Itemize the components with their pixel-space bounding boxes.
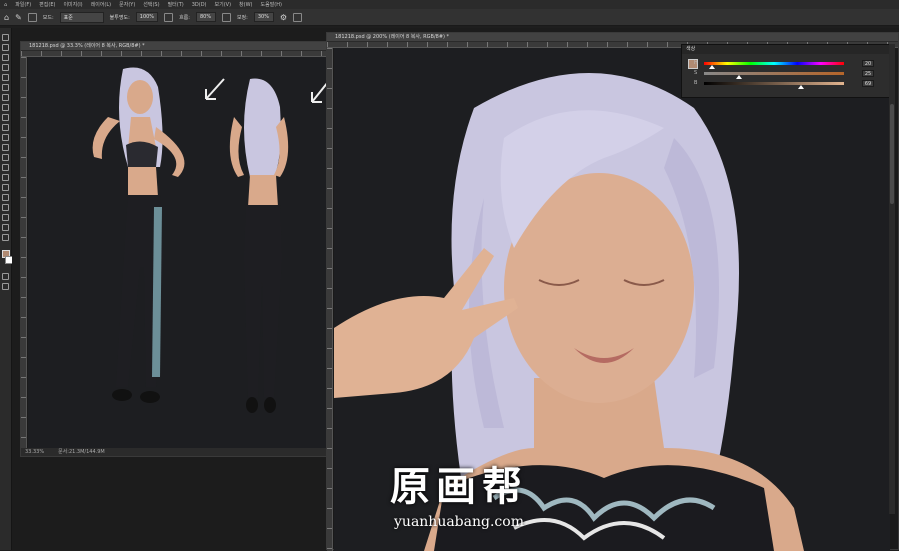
figure-front <box>92 67 185 403</box>
figure-back <box>229 78 289 413</box>
document-tab-right[interactable]: 181218.psd @ 200% (레이어 8 복사, RGB/8#) * <box>327 33 898 42</box>
mode-label: 모드: <box>42 14 54 21</box>
history-brush-tool-icon[interactable] <box>2 134 9 141</box>
document-tab-left[interactable]: 181218.psd @ 33.3% (레이어 8 복사, RGB/8#) * <box>21 42 327 51</box>
slider-label: H <box>694 60 698 66</box>
smoothing-field[interactable]: 30% <box>253 12 274 22</box>
slider-label: B <box>694 80 698 86</box>
menu-bar: ⌂ 파일(F) 편집(E) 이미지(I) 레이어(L) 문자(Y) 선택(S) 필터(T) 3… <box>0 0 899 9</box>
menu-item[interactable]: 이미지(I) <box>63 1 82 8</box>
pressure-opacity-icon[interactable] <box>164 12 174 22</box>
tools-panel <box>0 28 13 550</box>
mode-select[interactable]: 표준 <box>59 11 104 23</box>
arrow-annotation-1 <box>205 78 225 100</box>
slider-value-field[interactable]: 20 <box>862 60 874 67</box>
menu-item[interactable]: 선택(S) <box>143 1 159 8</box>
watermark-title: 原画帮 <box>390 463 528 510</box>
path-select-tool-icon[interactable] <box>2 204 9 211</box>
move-tool-icon[interactable] <box>2 34 9 41</box>
status-bar-left: 33.33% 문서:21.3M/144.9M <box>21 448 327 456</box>
eraser-tool-icon[interactable] <box>2 144 9 151</box>
slider-knob[interactable] <box>797 85 804 89</box>
gradient-tool-icon[interactable] <box>2 154 9 161</box>
document-size-readout: 문서:21.3M/144.9M <box>58 449 105 455</box>
canvas-left[interactable] <box>28 57 327 450</box>
shape-tool-icon[interactable] <box>2 214 9 221</box>
slider-value-field[interactable]: 25 <box>862 70 874 77</box>
brush-tool-icon[interactable]: ✎ <box>15 13 22 22</box>
hand-tool-icon[interactable] <box>2 224 9 231</box>
dodge-tool-icon[interactable] <box>2 174 9 181</box>
menu-item[interactable]: 3D(D) <box>192 2 207 8</box>
settings-gear-icon[interactable]: ⚙ <box>280 13 287 22</box>
brush-preset-icon[interactable] <box>27 12 37 22</box>
scrollbar-thumb[interactable] <box>890 104 894 204</box>
arrow-annotation-2 <box>311 81 327 103</box>
slider-knob[interactable] <box>736 75 742 79</box>
artwork-full-body <box>92 67 327 413</box>
blur-tool-icon[interactable] <box>2 164 9 171</box>
zoom-readout[interactable]: 33.33% <box>25 448 44 456</box>
menu-item[interactable]: 보기(V) <box>215 1 232 8</box>
marquee-tool-icon[interactable] <box>2 44 9 51</box>
watermark: 原画帮 yuanhuabang.com <box>364 454 554 530</box>
color-panel-title: 색상 <box>682 45 890 54</box>
home-button-icon[interactable]: ⌂ <box>4 13 9 22</box>
menu-item[interactable]: 레이어(L) <box>91 1 112 8</box>
vertical-scrollbar[interactable] <box>889 44 895 514</box>
menu-item[interactable]: 필터(T) <box>168 1 184 8</box>
screen-mode-icon[interactable] <box>2 283 9 290</box>
menu-item[interactable]: 문자(Y) <box>119 1 135 8</box>
color-slider[interactable] <box>704 82 844 89</box>
brush-tool-icon[interactable] <box>2 114 9 121</box>
flow-field[interactable]: 80% <box>195 12 216 22</box>
opacity-field[interactable]: 100% <box>135 12 159 22</box>
opacity-label: 불투명도: <box>109 14 130 21</box>
frame-tool-icon[interactable] <box>2 84 9 91</box>
watermark-url: yuanhuabang.com <box>394 514 524 530</box>
quick-mask-icon[interactable] <box>2 273 9 280</box>
healing-tool-icon[interactable] <box>2 104 9 111</box>
document-window-left[interactable]: 181218.psd @ 33.3% (레이어 8 복사, RGB/8#) * <box>20 41 328 457</box>
menu-item[interactable]: 편집(E) <box>39 1 55 8</box>
lasso-tool-icon[interactable] <box>2 54 9 61</box>
slider-label: S <box>694 70 698 76</box>
color-slider[interactable] <box>704 62 844 69</box>
color-slider[interactable] <box>704 72 844 79</box>
type-tool-icon[interactable] <box>2 194 9 201</box>
color-panel: 색상 H 20 S 25 B 69 <box>681 44 891 98</box>
airbrush-icon[interactable] <box>221 12 231 22</box>
smoothing-label: 보정: <box>236 14 248 21</box>
home-icon[interactable]: ⌂ <box>4 2 7 8</box>
options-bar: ⌂ ✎ 모드: 표준 불투명도: 100% 흐름: 80% 보정: 30% ⚙ <box>0 9 899 26</box>
stamp-tool-icon[interactable] <box>2 124 9 131</box>
quick-select-tool-icon[interactable] <box>2 64 9 71</box>
menu-item[interactable]: 도움말(H) <box>261 1 282 8</box>
eyedropper-tool-icon[interactable] <box>2 94 9 101</box>
slider-knob[interactable] <box>709 65 716 69</box>
ruler-vertical <box>21 57 27 450</box>
slider-value-field[interactable]: 69 <box>862 80 874 87</box>
symmetry-icon[interactable] <box>293 12 303 22</box>
ruler-vertical-right <box>327 48 333 551</box>
flow-label: 흐름: <box>179 14 190 21</box>
menu-item[interactable]: 파일(F) <box>15 1 31 8</box>
crop-tool-icon[interactable] <box>2 74 9 81</box>
pen-tool-icon[interactable] <box>2 184 9 191</box>
zoom-tool-icon[interactable] <box>2 234 9 241</box>
menu-item[interactable]: 창(W) <box>239 1 252 8</box>
